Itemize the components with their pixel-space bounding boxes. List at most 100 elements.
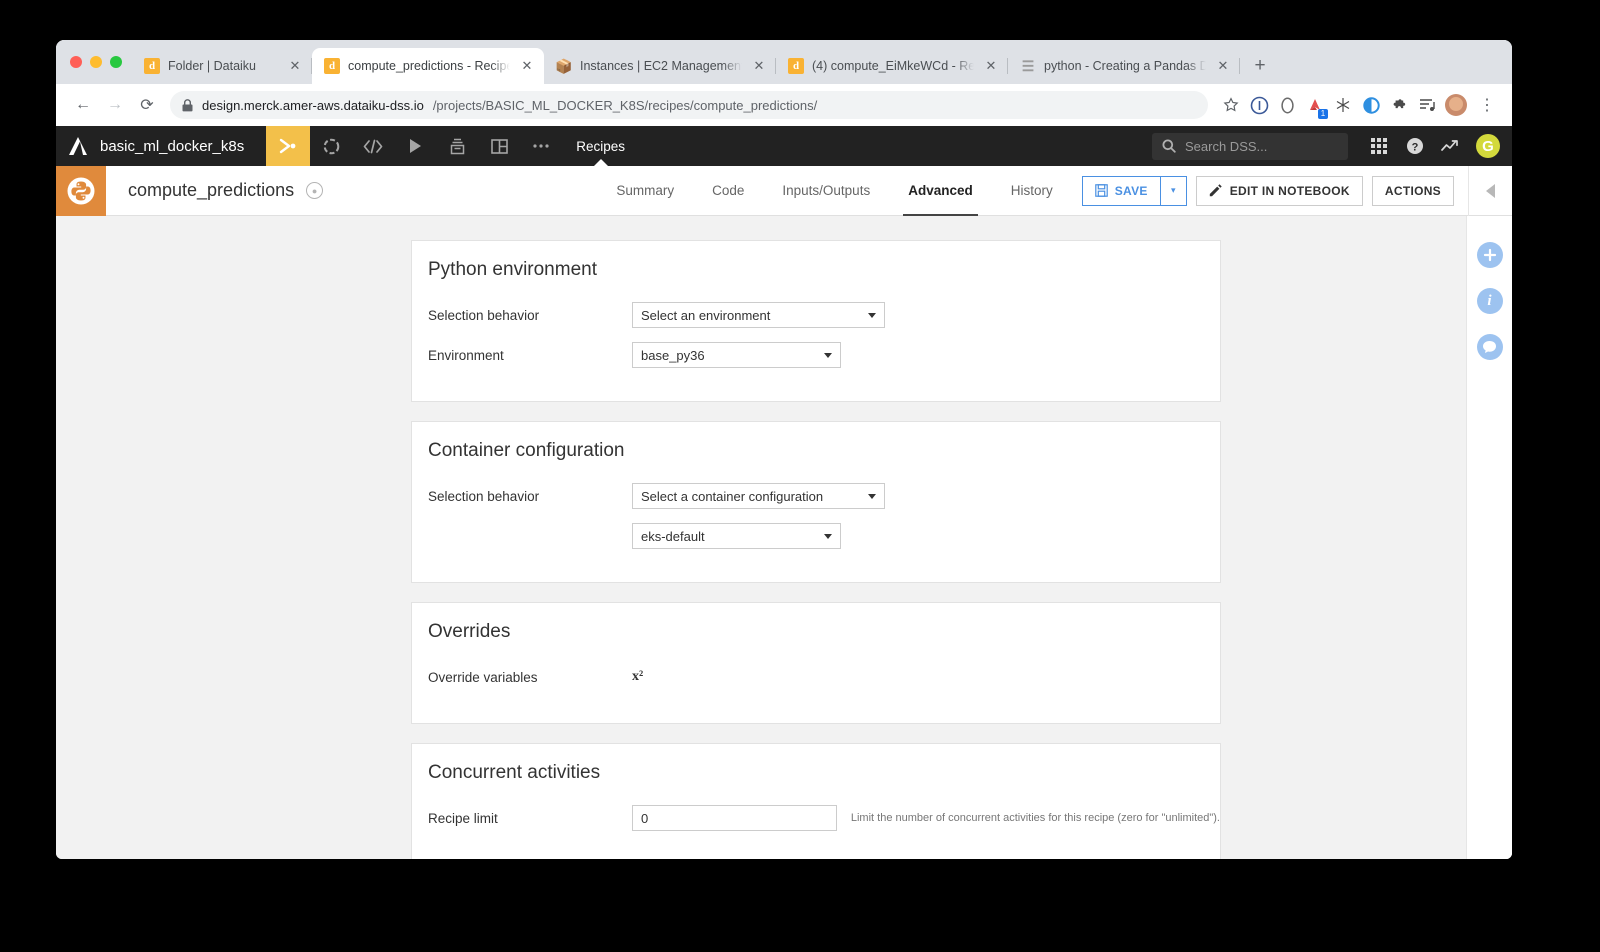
actions-button[interactable]: ACTIONS — [1371, 175, 1454, 206]
browser-tab-title: python - Creating a Pandas Da — [1044, 59, 1206, 73]
variable-x-squared-icon[interactable]: x² — [632, 669, 643, 685]
address-bar-host: design.merck.amer-aws.dataiku-dss.io — [202, 97, 424, 113]
dataiku-logo-icon[interactable] — [56, 126, 100, 166]
close-tab-icon[interactable]: ✕ — [1214, 57, 1232, 75]
browser-tab-3[interactable]: 📦 Instances | EC2 Management C ✕ — [544, 48, 776, 84]
forward-button[interactable]: → — [100, 90, 130, 120]
browser-tab-title: (4) compute_EiMkeWCd - Reci — [812, 59, 974, 73]
field-label: Selection behavior — [428, 307, 540, 323]
aws-favicon-icon: 📦 — [555, 58, 573, 74]
maximize-window-button[interactable] — [110, 56, 122, 68]
discussions-icon[interactable] — [1476, 334, 1503, 360]
save-dropdown-caret-icon[interactable]: ▾ — [1160, 175, 1187, 206]
address-bar-path: /projects/BASIC_ML_DOCKER_K8S/recipes/co… — [432, 97, 818, 113]
page-body: Python environment Selection behavior Se… — [56, 216, 1512, 859]
tab-summary[interactable]: Summary — [597, 166, 693, 216]
nav-more-icon[interactable] — [520, 126, 562, 166]
concurrent-activities-panel: Concurrent activities Recipe limit 0 Lim… — [411, 743, 1221, 859]
container-configuration-panel: Container configuration Selection behavi… — [411, 421, 1221, 583]
apps-grid-icon[interactable] — [1362, 126, 1396, 166]
pencil-icon — [1209, 184, 1222, 197]
tab-inputs-outputs[interactable]: Inputs/Outputs — [763, 166, 889, 216]
chevron-down-icon — [868, 312, 876, 318]
recipe-engine-icon[interactable]: ● — [306, 182, 324, 199]
new-tab-button[interactable]: + — [1246, 52, 1274, 80]
recipe-limit-input[interactable]: 0 — [632, 805, 837, 831]
recipe-limit-help-text: Limit the number of concurrent activitie… — [850, 812, 1220, 824]
tab-code[interactable]: Code — [693, 166, 763, 216]
save-button[interactable]: SAVE — [1081, 175, 1161, 206]
snowflake-extension-icon[interactable] — [1330, 92, 1356, 118]
browser-tab-5[interactable]: ☰ python - Creating a Pandas Da ✕ — [1008, 48, 1240, 84]
tab-advanced[interactable]: Advanced — [889, 166, 992, 216]
container-selection-behavior-select[interactable]: Select a container configuration — [632, 483, 885, 509]
collapse-right-panel-button[interactable] — [1468, 165, 1512, 216]
reload-button[interactable]: ⟳ — [132, 90, 162, 120]
advanced-settings-content: Python environment Selection behavior Se… — [56, 216, 1466, 859]
info-icon[interactable]: i — [1476, 288, 1503, 314]
close-tab-icon[interactable]: ✕ — [750, 57, 768, 75]
nav-dataset-icon[interactable] — [310, 126, 352, 166]
browser-tab-strip: d Folder | Dataiku ✕ d compute_predictio… — [56, 40, 1512, 84]
browser-tab-4[interactable]: d (4) compute_EiMkeWCd - Reci ✕ — [776, 48, 1008, 84]
select-value: Select an environment — [641, 307, 771, 323]
circle-extension-icon[interactable] — [1358, 92, 1384, 118]
close-tab-icon[interactable]: ✕ — [518, 57, 536, 75]
bookmark-star-icon[interactable] — [1218, 92, 1244, 118]
user-avatar[interactable]: G — [1476, 134, 1500, 158]
dataiku-favicon-icon: d — [788, 58, 804, 74]
form-row-override-variables: Override variables x² — [428, 661, 1220, 693]
nav-dashboard-icon[interactable] — [478, 126, 520, 166]
help-icon[interactable]: ? — [1398, 126, 1432, 166]
browser-tab-1[interactable]: d Folder | Dataiku ✕ — [132, 48, 312, 84]
browser-tab-title: compute_predictions - Recipe — [348, 59, 510, 73]
browser-window: d Folder | Dataiku ✕ d compute_predictio… — [56, 40, 1512, 859]
chevron-down-icon — [824, 352, 832, 358]
python-environment-panel: Python environment Selection behavior Se… — [411, 240, 1221, 402]
nav-jobs-play-icon[interactable] — [394, 126, 436, 166]
add-icon[interactable] — [1476, 242, 1503, 268]
field-label: Environment — [428, 347, 504, 363]
edit-in-notebook-button[interactable]: EDIT IN NOTEBOOK — [1195, 175, 1363, 206]
stackoverflow-favicon-icon: ☰ — [1021, 58, 1035, 74]
form-row-container-selection-behavior: Selection behavior Select a container co… — [428, 480, 1220, 512]
search-dss-input[interactable]: Search DSS... — [1152, 132, 1348, 160]
chevron-down-icon — [824, 533, 832, 539]
back-button[interactable]: ← — [68, 90, 98, 120]
browser-menu-button[interactable]: ⋮ — [1472, 90, 1502, 120]
browser-profile-avatar[interactable] — [1445, 94, 1467, 116]
save-disk-icon — [1094, 184, 1108, 197]
project-name-label[interactable]: basic_ml_docker_k8s — [100, 138, 266, 155]
tab-history[interactable]: History — [992, 166, 1072, 216]
env-selection-behavior-select[interactable]: Select an environment — [632, 302, 885, 328]
container-configuration-select[interactable]: eks-default — [632, 523, 841, 549]
environment-select[interactable]: base_py36 — [632, 342, 841, 368]
field-label: Selection behavior — [428, 488, 540, 504]
dataiku-favicon-icon: d — [324, 58, 340, 74]
nav-code-icon[interactable] — [352, 126, 394, 166]
lock-icon — [182, 98, 193, 112]
minimize-window-button[interactable] — [90, 56, 102, 68]
save-button-label: SAVE — [1114, 183, 1148, 198]
browser-tab-2[interactable]: d compute_predictions - Recipe ✕ — [312, 48, 544, 84]
adobe-extension-icon[interactable]: 1 — [1302, 92, 1328, 119]
dss-top-navigation: basic_ml_docker_k8s Recipes Search DSS..… — [56, 126, 1512, 166]
one-password-icon[interactable] — [1246, 92, 1272, 118]
activity-icon[interactable] — [1434, 126, 1468, 166]
browser-tab-title: Instances | EC2 Management C — [580, 59, 742, 73]
extensions-puzzle-icon[interactable] — [1386, 92, 1412, 118]
close-tab-icon[interactable]: ✕ — [982, 57, 1000, 75]
reading-list-icon[interactable] — [1414, 92, 1440, 118]
close-tab-icon[interactable]: ✕ — [286, 57, 304, 75]
close-window-button[interactable] — [70, 56, 82, 68]
zoom-extension-icon[interactable] — [1274, 92, 1300, 118]
nav-flow-icon[interactable] — [266, 126, 311, 166]
search-icon — [1162, 139, 1176, 153]
dataiku-favicon-icon: d — [144, 58, 160, 74]
nav-automation-icon[interactable] — [436, 126, 478, 166]
overrides-panel: Overrides Override variables x² — [411, 602, 1221, 724]
select-value: base_py36 — [641, 347, 705, 363]
chevron-down-icon — [868, 493, 876, 499]
nav-section-recipes[interactable]: Recipes — [562, 126, 639, 166]
address-bar[interactable]: design.merck.amer-aws.dataiku-dss.io/pro… — [170, 91, 1208, 119]
